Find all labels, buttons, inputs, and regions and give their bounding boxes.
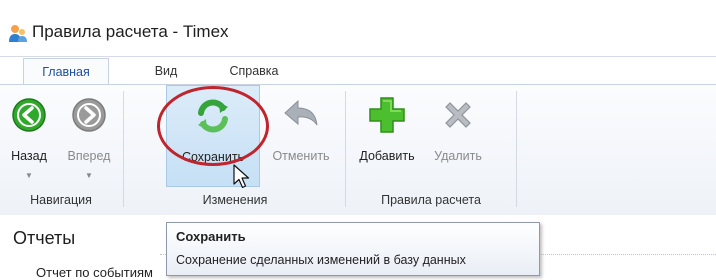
tooltip: Сохранить Сохранение сделанных изменений… <box>166 222 540 276</box>
ribbon: Назад ▼ Вперед ▼ Навигация Сохранить Отм… <box>0 84 716 216</box>
group-separator <box>345 91 346 207</box>
ribbon-tabs: Главная Вид Справка <box>0 58 716 86</box>
tooltip-title: Сохранить <box>176 229 246 244</box>
x-icon <box>445 102 471 128</box>
list-item[interactable]: Отчет по событиям <box>36 265 153 280</box>
tab-view[interactable]: Вид <box>146 58 186 84</box>
section-title: Отчеты <box>13 228 76 248</box>
window-title: Правила расчета - Timex <box>32 22 229 41</box>
cancel-label: Отменить <box>272 149 330 163</box>
add-button[interactable]: Добавить <box>352 85 422 185</box>
delete-label: Удалить <box>434 149 482 163</box>
tab-main[interactable]: Главная <box>23 58 109 86</box>
group-label-rules: Правила расчета <box>381 193 481 207</box>
mouse-cursor-icon <box>233 164 250 189</box>
people-app-icon <box>9 25 27 42</box>
add-label: Добавить <box>359 149 415 163</box>
tab-help[interactable]: Справка <box>221 58 287 84</box>
back-label: Назад <box>11 149 47 163</box>
dropdown-arrow-icon[interactable]: ▼ <box>25 171 33 180</box>
arrow-left-icon <box>12 98 46 132</box>
group-separator <box>516 91 517 207</box>
group-label-changes: Изменения <box>202 193 268 207</box>
forward-button[interactable]: Вперед ▼ <box>60 85 118 185</box>
group-separator <box>123 91 124 207</box>
save-label: Сохранить <box>181 150 245 164</box>
cancel-button[interactable]: Отменить <box>262 85 340 185</box>
plus-icon <box>369 97 405 133</box>
forward-label: Вперед <box>67 149 111 163</box>
title-bar: Правила расчета - Timex <box>0 0 716 57</box>
tooltip-description: Сохранение сделанных изменений в базу да… <box>176 253 466 267</box>
undo-icon <box>284 99 318 126</box>
group-label-navigation: Навигация <box>30 193 92 207</box>
delete-button[interactable]: Удалить <box>426 85 490 185</box>
refresh-save-icon <box>198 99 228 133</box>
dropdown-arrow-icon[interactable]: ▼ <box>85 171 93 180</box>
back-button[interactable]: Назад ▼ <box>2 85 56 185</box>
arrow-right-icon <box>72 98 106 132</box>
